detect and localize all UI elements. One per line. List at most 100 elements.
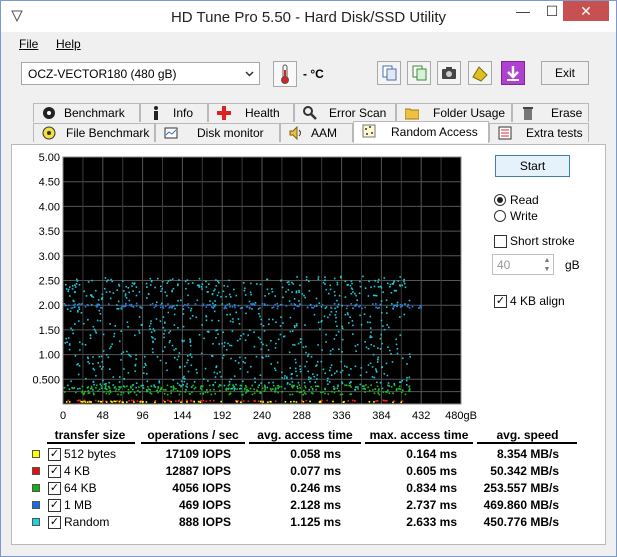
scatter-point	[187, 359, 189, 361]
drive-select[interactable]: OCZ-VECTOR180 (480 gB)	[21, 62, 260, 85]
scatter-point	[235, 311, 237, 314]
maximize-button[interactable]: ☐	[539, 1, 565, 21]
scatter-point	[215, 279, 217, 281]
menu-file[interactable]: File	[19, 37, 38, 51]
scatter-point	[109, 297, 112, 300]
short-stroke-checkbox[interactable]	[494, 235, 507, 248]
scatter-point	[398, 385, 401, 388]
tab-disk-monitor[interactable]: Disk monitor	[155, 123, 280, 142]
tab-erase[interactable]: Erase	[512, 103, 589, 122]
scatter-point	[276, 307, 279, 310]
write-radio[interactable]	[494, 210, 506, 222]
series-checkbox[interactable]: ✓	[48, 499, 61, 512]
screenshot-button[interactable]	[437, 61, 461, 85]
scatter-point	[302, 393, 304, 396]
scatter-point	[129, 391, 132, 393]
scatter-point	[123, 368, 125, 370]
short-stroke-stepper[interactable]: 40 ▲ ▼	[492, 254, 554, 275]
scatter-point	[97, 299, 100, 301]
stepper-down-icon[interactable]: ▼	[542, 265, 552, 274]
scatter-point	[166, 393, 169, 396]
scatter-point	[165, 389, 167, 391]
scatter-point	[175, 400, 177, 402]
scatter-point	[191, 391, 193, 393]
scatter-point	[347, 313, 349, 316]
scatter-point	[171, 305, 174, 307]
scatter-point	[234, 387, 236, 390]
stepper-up-icon[interactable]: ▲	[542, 256, 552, 265]
scatter-point	[408, 299, 411, 302]
scatter-point	[146, 297, 148, 299]
scatter-point	[287, 281, 290, 283]
tab-extra-tests[interactable]: Extra tests	[489, 123, 589, 142]
scatter-point	[260, 348, 263, 351]
save-button[interactable]	[501, 61, 525, 85]
copy-report-button[interactable]	[407, 61, 431, 85]
scatter-point	[214, 300, 216, 302]
tab-info[interactable]: Info	[140, 103, 208, 122]
scatter-point	[400, 381, 402, 383]
tab-file-benchmark[interactable]: File Benchmark	[33, 123, 155, 142]
scatter-point	[202, 378, 205, 380]
scatter-point	[202, 303, 205, 305]
scatter-point	[345, 384, 348, 387]
copy-text-button[interactable]	[377, 61, 401, 85]
series-checkbox[interactable]: ✓	[48, 448, 61, 461]
scatter-point	[290, 303, 293, 305]
scatter-point	[71, 329, 74, 331]
scatter-point	[162, 307, 165, 309]
tab-benchmark[interactable]: Benchmark	[33, 103, 140, 122]
tab-aam[interactable]: AAM	[280, 123, 353, 142]
scatter-point	[373, 392, 376, 395]
tab-disk-monitor-label: Disk monitor	[197, 126, 264, 140]
scatter-point	[124, 293, 127, 295]
align-checkbox[interactable]: ✓	[494, 295, 507, 308]
scatter-point	[305, 351, 307, 354]
col-header-avg-speed: avg. speed	[496, 428, 559, 442]
scatter-point	[374, 279, 376, 282]
scatter-point	[288, 283, 290, 286]
scatter-point	[154, 401, 156, 404]
scatter-point	[169, 330, 172, 332]
scatter-point	[121, 305, 123, 308]
series-checkbox[interactable]: ✓	[48, 482, 61, 495]
close-button[interactable]: ✕	[563, 1, 609, 21]
scatter-point	[217, 385, 220, 388]
scatter-point	[96, 303, 99, 306]
options-button[interactable]	[468, 61, 492, 85]
start-button[interactable]: Start	[495, 155, 570, 177]
minimize-button[interactable]: —	[510, 1, 536, 21]
series-checkbox[interactable]: ✓	[48, 516, 61, 529]
menu-help[interactable]: Help	[56, 37, 81, 51]
series-checkbox[interactable]: ✓	[48, 465, 61, 478]
scatter-point	[64, 342, 67, 344]
scatter-point	[230, 296, 232, 298]
scatter-point	[299, 368, 302, 370]
scatter-point	[140, 385, 142, 387]
scatter-point	[259, 392, 262, 394]
read-radio[interactable]	[494, 194, 506, 206]
tab-health[interactable]: Health	[208, 103, 294, 122]
scatter-point	[91, 279, 93, 282]
scatter-point	[184, 391, 187, 393]
copy-report-icon	[412, 65, 427, 81]
scatter-point	[381, 312, 383, 314]
scatter-point	[257, 308, 260, 310]
tab-random-access[interactable]: Random Access	[353, 121, 489, 143]
scatter-point	[392, 307, 394, 309]
thermometer-icon[interactable]	[273, 61, 297, 87]
exit-button[interactable]: Exit	[541, 61, 589, 85]
scatter-point	[228, 303, 231, 305]
scatter-point	[209, 399, 211, 402]
scatter-point	[233, 304, 236, 307]
tab-folder-usage[interactable]: Folder Usage	[396, 103, 512, 122]
scatter-point	[305, 279, 308, 281]
scatter-point	[369, 321, 371, 324]
scatter-point	[397, 280, 400, 282]
scatter-point	[401, 304, 403, 306]
scatter-point	[92, 325, 95, 328]
scatter-point	[282, 296, 284, 299]
scatter-point	[263, 384, 266, 387]
tab-error-scan[interactable]: Error Scan	[294, 103, 396, 122]
scatter-point	[71, 288, 74, 290]
